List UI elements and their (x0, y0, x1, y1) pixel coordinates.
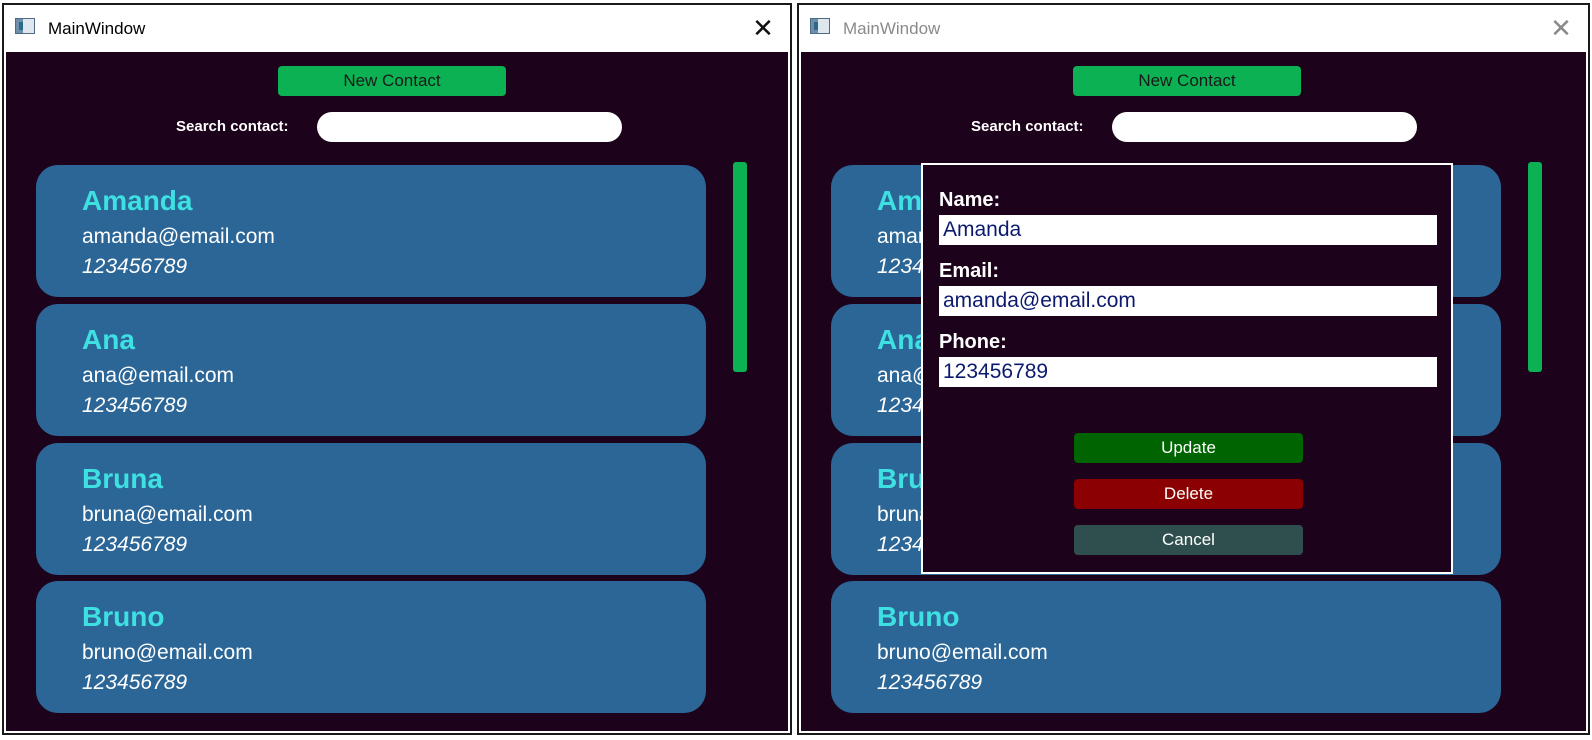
name-field[interactable]: Amanda (939, 215, 1437, 245)
search-input[interactable] (1112, 112, 1417, 142)
contact-name: Bruno (82, 601, 165, 632)
title-bar: MainWindow ✕ (799, 5, 1588, 52)
new-contact-button[interactable]: New Contact (278, 66, 506, 96)
contact-email: bruna@email.com (82, 503, 253, 526)
delete-button[interactable]: Delete (1074, 479, 1303, 509)
main-window-left: MainWindow ✕ New Contact Search contact:… (2, 3, 792, 735)
contact-name: Bruna (82, 463, 163, 494)
contact-name: Amanda (82, 185, 193, 216)
window-title: MainWindow (48, 19, 146, 38)
scrollbar-thumb[interactable] (733, 162, 747, 372)
edit-contact-dialog: Name: Amanda Email: amanda@email.com Pho… (921, 163, 1453, 574)
cancel-button[interactable]: Cancel (1074, 525, 1303, 555)
app-window-icon (15, 18, 35, 34)
contact-card[interactable]: Bruna bruna@email.com 123456789 (36, 443, 706, 575)
search-label: Search contact: (176, 118, 289, 135)
update-button[interactable]: Update (1074, 433, 1303, 463)
new-contact-button[interactable]: New Contact (1073, 66, 1301, 96)
contact-phone: 123456789 (82, 671, 188, 694)
main-window-right: MainWindow ✕ New Contact Search contact:… (797, 3, 1590, 735)
contact-card[interactable]: Bruno bruno@email.com 123456789 (831, 581, 1501, 713)
contact-email: amanda@email.com (82, 225, 275, 248)
contact-card[interactable]: Bruno bruno@email.com 123456789 (36, 581, 706, 713)
phone-field[interactable]: 123456789 (939, 357, 1437, 387)
window-content: New Contact Search contact: Amanda amand… (801, 52, 1586, 731)
app-window-icon (810, 18, 830, 34)
scrollbar-thumb[interactable] (1528, 162, 1542, 372)
phone-label: Phone: (939, 331, 1007, 353)
contact-name: Ana (82, 324, 135, 355)
window-content: New Contact Search contact: Amanda amand… (6, 52, 788, 731)
contact-card[interactable]: Ana ana@email.com 123456789 (36, 304, 706, 436)
name-label: Name: (939, 189, 1001, 211)
search-input[interactable] (317, 112, 622, 142)
contact-phone: 123456789 (82, 394, 188, 417)
contact-name: Bruno (877, 601, 960, 632)
contact-phone: 123456789 (82, 255, 188, 278)
email-field[interactable]: amanda@email.com (939, 286, 1437, 316)
contact-email: bruno@email.com (877, 641, 1048, 664)
contact-phone: 123456789 (82, 533, 188, 556)
contact-email: ana@email.com (82, 364, 235, 387)
title-bar: MainWindow ✕ (4, 5, 790, 52)
close-icon[interactable]: ✕ (1546, 13, 1576, 43)
close-icon[interactable]: ✕ (748, 13, 778, 43)
window-title: MainWindow (843, 19, 941, 38)
search-label: Search contact: (971, 118, 1084, 135)
contact-card[interactable]: Amanda amanda@email.com 123456789 (36, 165, 706, 297)
contact-email: bruno@email.com (82, 641, 253, 664)
contact-phone: 123456789 (877, 671, 983, 694)
email-label: Email: (939, 260, 1000, 282)
